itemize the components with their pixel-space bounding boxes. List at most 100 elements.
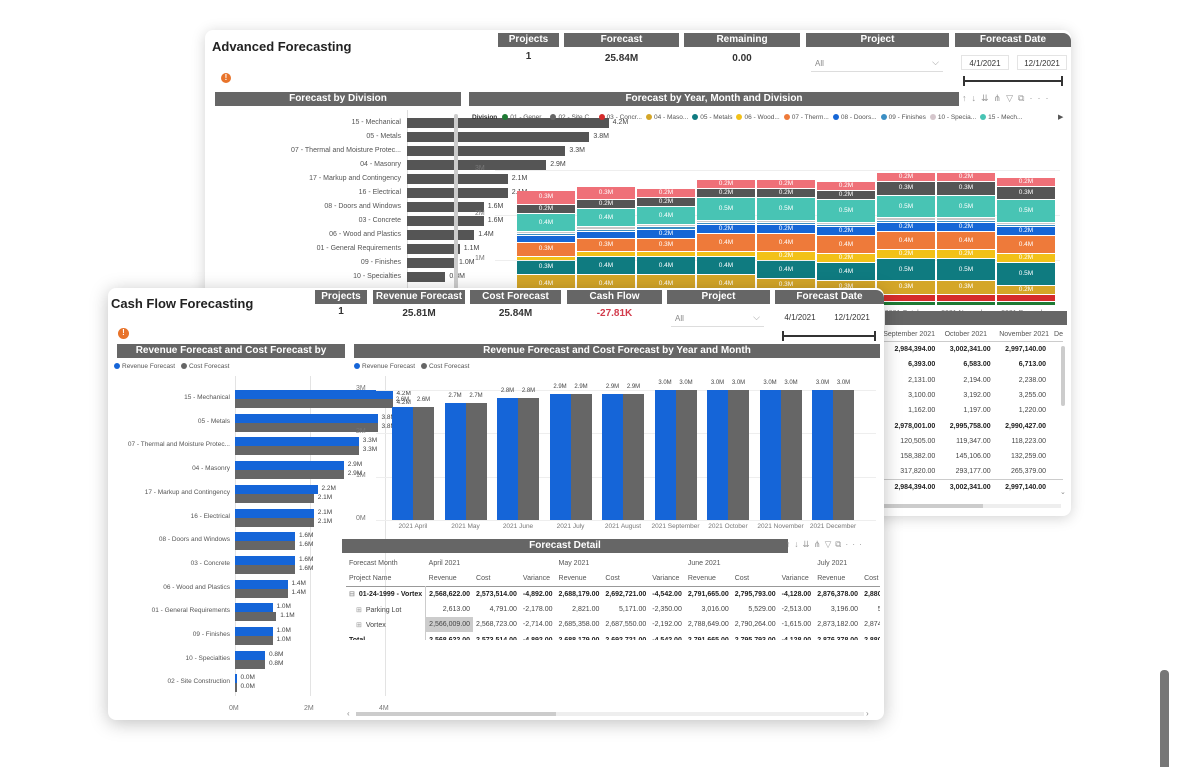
bar[interactable] bbox=[235, 564, 295, 574]
bar[interactable] bbox=[235, 437, 359, 447]
detail-cell[interactable]: 2,688,179.00 bbox=[556, 632, 603, 640]
stack-segment[interactable]: 0.4M bbox=[997, 236, 1055, 254]
matrix-h-scrollbar[interactable] bbox=[883, 504, 1061, 508]
stack-segment[interactable]: 0.5M bbox=[997, 263, 1055, 285]
stack-segment[interactable]: 0.4M bbox=[757, 261, 815, 278]
bar[interactable] bbox=[465, 402, 487, 520]
detail-cell[interactable]: -1,615.00 bbox=[779, 617, 815, 632]
bar[interactable] bbox=[833, 389, 854, 520]
stack-segment[interactable]: 0.3M bbox=[577, 238, 635, 251]
stack-segment[interactable]: 0.3M bbox=[877, 182, 935, 195]
stack-segment[interactable]: 0.2M bbox=[757, 225, 815, 233]
scroll-right-arrow[interactable]: › bbox=[866, 709, 869, 718]
stack-segment[interactable]: 0.2M bbox=[757, 189, 815, 197]
bar[interactable] bbox=[235, 588, 288, 598]
detail-cell[interactable]: 2,688,179.00 bbox=[556, 587, 603, 602]
bar[interactable] bbox=[235, 612, 277, 622]
column-header[interactable]: Revenue bbox=[685, 571, 732, 586]
detail-cell[interactable]: 2,788,649.00 bbox=[685, 617, 732, 632]
stack-segment[interactable]: 0.3M bbox=[937, 182, 995, 195]
drill-both-icon[interactable]: ⇊ bbox=[981, 93, 994, 103]
detail-cell[interactable]: -2,513.00 bbox=[779, 602, 815, 617]
more-options-icon[interactable]: ··· bbox=[1029, 93, 1053, 103]
detail-cell[interactable]: 3,016.00 bbox=[685, 602, 732, 617]
stacked-column[interactable]: 0.2M 0.5M 0.2M 0.4M 0.2M 0.5M 0.3M 0.2M bbox=[997, 140, 1055, 305]
project-name[interactable]: Vortex bbox=[366, 622, 386, 629]
stack-segment[interactable] bbox=[937, 294, 995, 301]
matrix-column-header[interactable]: November 2021 bbox=[987, 328, 1049, 341]
stack-segment[interactable]: 0.2M bbox=[877, 222, 935, 231]
detail-cell[interactable]: -2,714.00 bbox=[520, 617, 556, 632]
bar[interactable] bbox=[235, 636, 273, 645]
end-date-input[interactable]: 12/1/2021 bbox=[827, 310, 877, 325]
stacked-column[interactable]: 0.2M0.4M0.3M0.3M0.4M0.2M0.3M bbox=[517, 140, 575, 305]
detail-cell[interactable]: -2,192.00 bbox=[649, 617, 685, 632]
detail-cell[interactable]: 2,821.00 bbox=[556, 602, 603, 617]
legend-item[interactable]: 06 - Wood... bbox=[744, 114, 779, 121]
detail-cell[interactable]: -2,350.00 bbox=[649, 602, 685, 617]
bar[interactable] bbox=[497, 398, 518, 520]
project-dropdown[interactable]: All ⌵ bbox=[671, 311, 764, 327]
bar[interactable] bbox=[235, 532, 295, 542]
bar[interactable] bbox=[759, 389, 781, 520]
project-dropdown[interactable]: All ⌵ bbox=[811, 56, 943, 72]
detail-cell[interactable]: -4,892.00 bbox=[520, 587, 556, 602]
bar[interactable] bbox=[235, 470, 344, 480]
stack-segment[interactable]: 0.4M bbox=[757, 234, 815, 251]
stack-segment[interactable]: 0.3M bbox=[877, 281, 935, 294]
bar[interactable] bbox=[235, 508, 314, 518]
column-header[interactable]: Revenue bbox=[814, 571, 861, 586]
stack-segment[interactable] bbox=[997, 301, 1055, 305]
stack-segment[interactable]: 0.4M bbox=[637, 256, 695, 274]
division-chart-scrollbar[interactable] bbox=[454, 114, 458, 289]
bar[interactable] bbox=[235, 650, 265, 660]
legend-cost[interactable]: Cost Forecast bbox=[189, 363, 229, 370]
column-header[interactable]: Cost bbox=[732, 571, 779, 586]
detail-cell[interactable]: -4,542.00 bbox=[649, 587, 685, 602]
stack-segment[interactable]: 0.4M bbox=[517, 213, 575, 231]
column-header[interactable]: Variance bbox=[520, 571, 556, 586]
stack-segment[interactable]: 0.2M bbox=[877, 173, 935, 182]
stack-segment[interactable]: 0.3M bbox=[637, 238, 695, 251]
stack-segment[interactable]: 0.2M bbox=[937, 173, 995, 182]
stack-segment[interactable] bbox=[817, 222, 875, 224]
legend-item[interactable]: 04 - Maso... bbox=[654, 114, 688, 121]
stack-segment[interactable] bbox=[517, 236, 575, 242]
expand-icon[interactable]: ⋔ bbox=[814, 539, 825, 549]
stack-segment[interactable]: 0.2M bbox=[937, 222, 995, 231]
sort-up-icon[interactable]: ↑ bbox=[786, 539, 794, 549]
bar[interactable] bbox=[675, 389, 697, 520]
detail-cell[interactable]: 2,685,358.00 bbox=[556, 617, 603, 632]
stack-segment[interactable] bbox=[997, 294, 1055, 301]
bar[interactable] bbox=[549, 393, 571, 520]
stack-segment[interactable]: 0.2M bbox=[817, 254, 875, 263]
stack-segment[interactable]: 0.3M bbox=[517, 261, 575, 274]
stack-segment[interactable] bbox=[637, 225, 695, 227]
bar[interactable] bbox=[235, 446, 359, 456]
bar[interactable] bbox=[707, 389, 728, 520]
project-name[interactable]: Total bbox=[349, 637, 365, 640]
detail-cell[interactable]: 2,880,0 bbox=[861, 632, 880, 640]
stack-segment[interactable]: 0.2M bbox=[997, 285, 1055, 294]
column-header[interactable]: Revenue bbox=[556, 571, 603, 586]
stack-segment[interactable] bbox=[697, 220, 755, 222]
stack-segment[interactable]: 0.2M bbox=[817, 227, 875, 236]
stack-segment[interactable]: 0.5M bbox=[697, 198, 755, 220]
stacked-column[interactable]: 0.3M 0.4M 0.2M 0.4M 0.2M 0.5M 0.2M 0.2M bbox=[817, 140, 875, 305]
date-range-slider[interactable] bbox=[782, 331, 876, 341]
column-header[interactable]: Cost bbox=[602, 571, 649, 586]
stacked-column[interactable]: 0.3M 0.5M 0.2M 0.4M 0.2M 0.5M 0.3M 0.2M bbox=[937, 140, 995, 305]
stack-segment[interactable]: 0.2M bbox=[937, 249, 995, 258]
detail-cell[interactable]: -4,892.00 bbox=[520, 632, 556, 640]
stack-segment[interactable] bbox=[517, 234, 575, 236]
detail-cell[interactable]: 2,613.00 bbox=[426, 602, 473, 617]
expand-collapse-icon[interactable]: ⊞ bbox=[356, 607, 362, 614]
detail-cell[interactable]: 2,568,622.00 bbox=[426, 587, 473, 602]
detail-cell[interactable]: -4,128.00 bbox=[779, 587, 815, 602]
detail-cell[interactable]: 2,876,378.00 bbox=[814, 587, 861, 602]
stack-segment[interactable]: 0.2M bbox=[697, 225, 755, 233]
bar[interactable] bbox=[235, 579, 288, 589]
legend-item[interactable]: 08 - Doors... bbox=[841, 114, 877, 121]
stack-segment[interactable]: 0.2M bbox=[637, 229, 695, 238]
detail-cell[interactable]: 2,692,721.00 bbox=[602, 632, 649, 640]
